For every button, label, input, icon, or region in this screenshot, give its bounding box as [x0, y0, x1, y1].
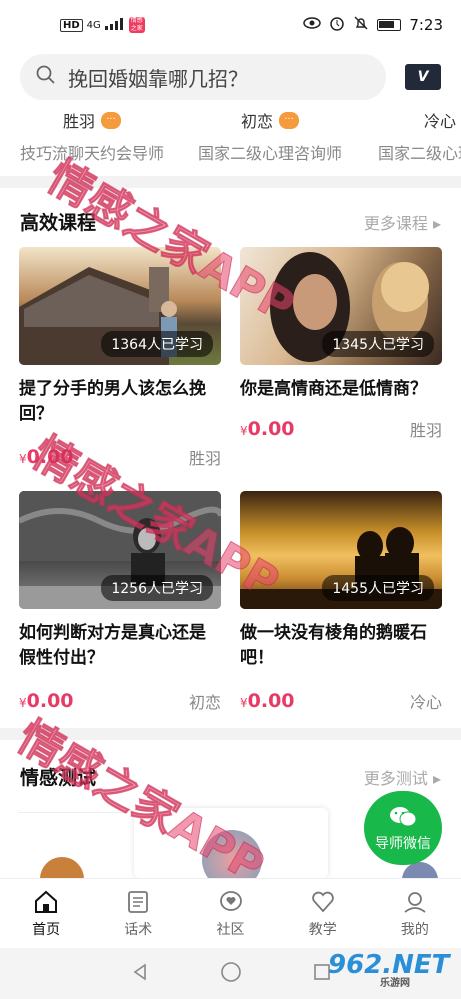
search-icon	[36, 65, 56, 90]
course-thumbnail: 1364人已学习	[19, 247, 221, 365]
home-circle-icon[interactable]	[220, 961, 242, 987]
tab-teaching[interactable]: 教学	[277, 879, 369, 948]
search-row: 挽回婚姻靠哪几招？ V	[20, 53, 441, 101]
search-input[interactable]: 挽回婚姻靠哪几招？	[20, 54, 386, 100]
signal-icon	[104, 16, 125, 34]
alarm-icon	[329, 15, 345, 35]
heart-chat-icon	[218, 889, 244, 915]
course-title: 做一块没有棱角的鹅暖石吧！	[240, 623, 427, 668]
bottom-tab-bar: 首页 话术 社区 教学 我的	[0, 878, 461, 948]
learner-count: 1455人已学习	[322, 575, 434, 601]
course-price: ¥0.00	[19, 690, 74, 712]
heart-icon	[310, 889, 336, 915]
course-title: 如何判断对方是真心还是假性付出？	[19, 623, 206, 668]
tab-profile[interactable]: 我的	[369, 879, 461, 948]
chat-bubble-icon: ···	[279, 111, 300, 129]
test-thumbnail	[40, 857, 84, 878]
mute-icon	[353, 15, 369, 35]
app-notification-icon: 情感之家	[128, 17, 145, 33]
mentor-list: 胜羽 ··· 技巧流聊天约会导师 初恋 ··· 国家二级心理咨询师 冷心 国家二级心…	[0, 108, 461, 168]
course-price: ¥0.00	[19, 446, 74, 468]
home-icon	[33, 889, 59, 915]
course-author: 初恋	[188, 693, 221, 712]
course-thumbnail: 1345人已学习	[240, 247, 442, 365]
mentor-wechat-button[interactable]: 导师微信	[364, 791, 442, 865]
hd-indicator: HD	[60, 18, 83, 32]
back-icon[interactable]	[130, 962, 150, 986]
mentor-name: 冷心	[424, 112, 457, 131]
course-author: 冷心	[409, 693, 442, 712]
learner-count: 1364人已学习	[101, 331, 213, 357]
course-thumbnail: 1256人已学习	[19, 491, 221, 609]
course-price: ¥0.00	[240, 418, 295, 440]
learner-count: 1256人已学习	[101, 575, 213, 601]
course-card[interactable]: 1455人已学习 做一块没有棱角的鹅暖石吧！ ¥0.00 冷心	[240, 491, 442, 713]
eye-icon	[303, 17, 322, 33]
mentor-item[interactable]: 胜羽 ··· 技巧流聊天约会导师	[20, 108, 164, 164]
course-title: 提了分手的男人该怎么挽回？	[19, 379, 206, 424]
course-card[interactable]: 1364人已学习 提了分手的男人该怎么挽回？ ¥0.00 胜羽	[19, 247, 221, 469]
vip-button[interactable]: V	[405, 64, 441, 90]
wechat-icon	[389, 805, 417, 829]
profile-icon	[402, 889, 428, 915]
list-icon	[125, 889, 151, 915]
course-author: 胜羽	[409, 421, 442, 440]
mentor-name: 初恋	[241, 112, 274, 131]
battery-icon	[377, 19, 402, 31]
course-card[interactable]: 1256人已学习 如何判断对方是真心还是假性付出？ ¥0.00 初恋	[19, 491, 221, 713]
section-title: 情感测试	[20, 767, 97, 789]
mentor-item[interactable]: 初恋 ··· 国家二级心理咨询师	[198, 108, 342, 164]
section-divider	[0, 728, 461, 740]
section-title: 高效课程	[20, 212, 97, 234]
section-divider	[0, 176, 461, 188]
tab-community[interactable]: 社区	[184, 879, 276, 948]
course-author: 胜羽	[188, 449, 221, 468]
more-courses-link[interactable]: 更多课程 ▸	[364, 210, 441, 234]
tab-home[interactable]: 首页	[0, 879, 92, 948]
mentor-title: 国家二级心理咨询师	[198, 144, 343, 163]
mentor-name: 胜羽	[63, 112, 96, 131]
course-price: ¥0.00	[240, 690, 295, 712]
tab-scripts[interactable]: 话术	[92, 879, 184, 948]
course-thumbnail: 1455人已学习	[240, 491, 442, 609]
courses-header: 高效课程 更多课程 ▸	[20, 208, 441, 235]
vip-label: V	[417, 69, 429, 85]
more-tests-link[interactable]: 更多测试 ▸	[364, 765, 441, 789]
tests-header: 情感测试 更多测试 ▸	[20, 763, 441, 790]
site-logo: 962.NET 乐游网	[328, 950, 450, 989]
wechat-label: 导师微信	[375, 836, 431, 852]
test-card[interactable]	[134, 808, 328, 878]
learner-count: 1345人已学习	[322, 331, 434, 357]
clock-time: 7:23	[409, 16, 443, 34]
mentor-title: 技巧流聊天约会导师	[20, 144, 165, 163]
chat-bubble-icon: ···	[101, 111, 122, 129]
status-bar: HD 4G 情感之家 7:23	[0, 0, 461, 50]
search-placeholder: 挽回婚姻靠哪几招？	[68, 66, 248, 91]
mentor-title: 国家二级心理咨询师	[378, 144, 461, 163]
course-card[interactable]: 1345人已学习 你是高情商还是低情商？ ¥0.00 胜羽	[240, 247, 442, 441]
test-card[interactable]	[18, 812, 128, 878]
test-thumbnail	[202, 830, 262, 878]
mentor-item[interactable]: 冷心 国家二级心理咨询师	[378, 108, 461, 164]
network-indicator: 4G	[86, 19, 101, 31]
